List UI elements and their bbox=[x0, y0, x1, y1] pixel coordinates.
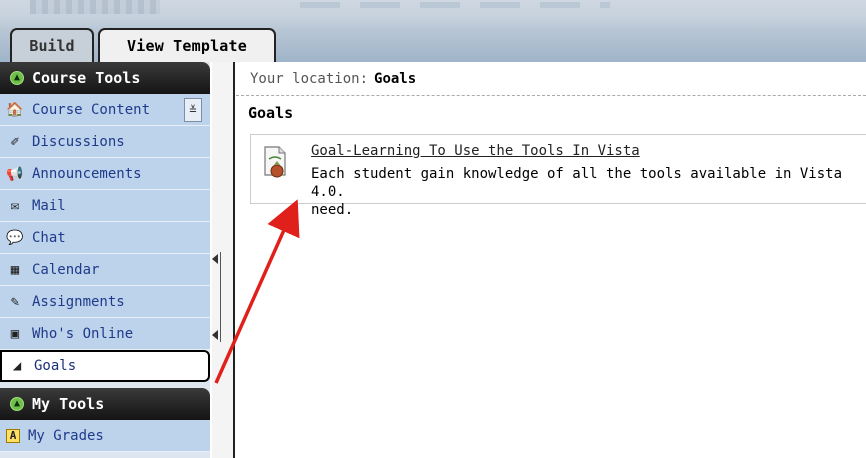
sidebar-item-assignments[interactable]: ✎ Assignments bbox=[0, 286, 210, 318]
tab-build-label: Build bbox=[29, 37, 75, 55]
header-decoration bbox=[300, 2, 610, 8]
course-tools-header-label: Course Tools bbox=[32, 69, 141, 87]
sidebar-item-label: Calendar bbox=[32, 261, 100, 278]
sidebar-item-my-grades[interactable]: A My Grades bbox=[0, 420, 210, 452]
collapse-left-icon[interactable] bbox=[212, 254, 218, 264]
splitter-handle[interactable] bbox=[220, 252, 224, 342]
tab-view-template-label: View Template bbox=[127, 37, 247, 55]
goal-list-item: Goal-Learning To Use the Tools In Vista … bbox=[250, 134, 866, 218]
sidebar-item-goals[interactable]: ◢ Goals bbox=[0, 350, 210, 382]
goal-description: Each student gain knowledge of all the t… bbox=[311, 166, 843, 218]
sidebar-item-discussions[interactable]: ✐ Discussions bbox=[0, 126, 210, 158]
goal-title-link[interactable]: Goal-Learning To Use the Tools In Vista bbox=[311, 143, 640, 159]
sidebar-item-course-content[interactable]: 🏠 Course Content ≚ bbox=[0, 94, 210, 126]
collapse-arrow-icon[interactable]: ▲ bbox=[10, 71, 24, 85]
my-tools-header[interactable]: ▲ My Tools bbox=[0, 388, 210, 420]
goal-document-icon bbox=[264, 146, 286, 178]
mail-icon: ✉ bbox=[10, 197, 20, 214]
chat-icon: 💬 bbox=[6, 229, 24, 246]
logo-strip bbox=[30, 0, 160, 14]
sidebar-item-chat[interactable]: 💬 Chat bbox=[0, 222, 210, 254]
sidebar-item-whos-online[interactable]: ▣ Who's Online bbox=[0, 318, 210, 350]
content-divider bbox=[233, 62, 235, 458]
sidebar-item-label: Who's Online bbox=[32, 325, 134, 342]
tab-view-template[interactable]: View Template bbox=[98, 28, 276, 62]
sidebar-item-label: Assignments bbox=[32, 293, 125, 310]
my-tools-header-label: My Tools bbox=[32, 395, 105, 413]
location-value: Goals bbox=[374, 70, 417, 87]
discussions-icon: ✐ bbox=[10, 133, 20, 150]
sidebar-splitter[interactable] bbox=[212, 62, 234, 458]
calendar-icon: ▦ bbox=[10, 261, 20, 278]
course-tools-header[interactable]: ▲ Course Tools bbox=[0, 62, 210, 94]
collapse-left-icon[interactable] bbox=[212, 330, 218, 340]
tab-build[interactable]: Build bbox=[10, 28, 94, 62]
sidebar-item-label: Mail bbox=[32, 197, 66, 214]
sidebar-item-label: Chat bbox=[32, 229, 66, 246]
course-content-icon: 🏠 bbox=[6, 101, 24, 118]
goals-icon: ◢ bbox=[12, 358, 22, 374]
sidebar-item-calendar[interactable]: ▦ Calendar bbox=[0, 254, 210, 286]
sidebar-item-label: Announcements bbox=[32, 165, 142, 182]
whos-online-icon: ▣ bbox=[10, 325, 20, 342]
breadcrumb: Your location: Goals bbox=[236, 62, 866, 96]
sidebar-item-label: Discussions bbox=[32, 133, 125, 150]
main-content: Your location: Goals Goals Goal-Learning… bbox=[236, 62, 866, 458]
page-title: Goals bbox=[248, 104, 294, 122]
sidebar-item-mail[interactable]: ✉ Mail bbox=[0, 190, 210, 222]
sidebar-item-label: Goals bbox=[34, 358, 77, 374]
sidebar-item-label: My Grades bbox=[28, 427, 104, 444]
sidebar: ▲ Course Tools 🏠 Course Content ≚ ✐ Disc… bbox=[0, 62, 210, 458]
location-label: Your location: bbox=[250, 70, 369, 87]
sidebar-item-announcements[interactable]: 📢 Announcements bbox=[0, 158, 210, 190]
announcements-icon: 📢 bbox=[6, 165, 24, 182]
my-grades-icon: A bbox=[6, 428, 20, 443]
collapse-arrow-icon[interactable]: ▲ bbox=[10, 397, 24, 411]
expand-toggle-icon[interactable]: ≚ bbox=[184, 98, 202, 122]
assignments-icon: ✎ bbox=[10, 293, 20, 310]
sidebar-item-label: Course Content bbox=[32, 101, 151, 118]
